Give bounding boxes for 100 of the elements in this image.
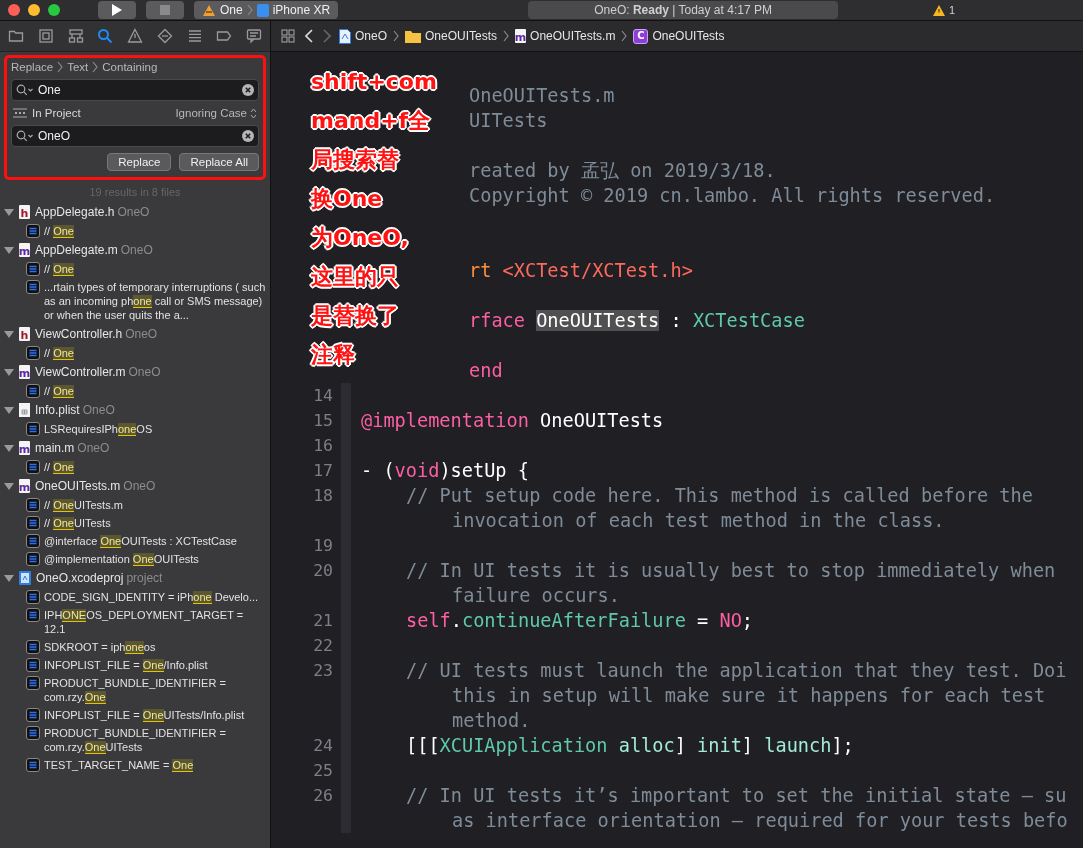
disclosure-triangle[interactable]: [4, 443, 14, 453]
file-name[interactable]: AppDelegate.m: [35, 243, 118, 257]
scheme-selector[interactable]: One iPhone XR: [194, 1, 339, 19]
project-name: OneO: [128, 365, 161, 379]
line-number: 25: [312, 761, 334, 780]
run-button[interactable]: [98, 1, 136, 19]
result-text[interactable]: IPHONEOS_DEPLOYMENT_TARGET = 12.1: [44, 608, 266, 636]
code-line: self.continueAfterFailure = NO;: [405, 610, 754, 631]
project-name: OneO: [82, 403, 115, 417]
zoom-button[interactable]: [48, 4, 60, 16]
forward-icon[interactable]: [321, 29, 333, 43]
source-file-icon: m: [515, 29, 527, 43]
search-field[interactable]: One: [11, 79, 259, 101]
replace-button[interactable]: Replace: [107, 153, 172, 171]
text-line-icon: [26, 708, 40, 722]
disclosure-triangle[interactable]: [4, 405, 14, 415]
result-text[interactable]: @implementation OneOUITests: [44, 552, 199, 566]
file-name[interactable]: ViewController.m: [35, 365, 126, 379]
navigator-tab[interactable]: [125, 26, 145, 46]
file-name[interactable]: OneOUITests.m: [35, 479, 121, 493]
warning-icon: [932, 4, 945, 16]
disclosure-triangle[interactable]: [4, 245, 14, 255]
jump-bar-item[interactable]: C OneOUITests: [633, 28, 725, 44]
disclosure-triangle[interactable]: [4, 207, 14, 217]
project-name: OneO: [125, 327, 158, 341]
find-mode-popup[interactable]: Replace: [11, 61, 54, 73]
scope-popup[interactable]: In Project: [32, 107, 81, 119]
annotation-text: 为OneO,: [311, 224, 410, 252]
class-icon: C: [633, 28, 649, 44]
back-icon[interactable]: [303, 29, 315, 43]
line-number: 15: [312, 411, 334, 430]
result-text[interactable]: TEST_TARGET_NAME = One: [44, 758, 194, 772]
result-text[interactable]: ...rtain types of temporary interruptions ( such as an incoming phone call or SMS message) or when the user quits the a...: [44, 280, 266, 322]
source-file-icon: m: [19, 479, 30, 493]
line-number: 14: [312, 386, 334, 405]
code-line: rt <XCTest/XCTest.h>: [469, 260, 693, 281]
disclosure-triangle[interactable]: [4, 329, 14, 339]
folder-icon: [8, 28, 24, 44]
result-text[interactable]: // OneUITests: [44, 516, 111, 530]
line-number: 26: [312, 786, 334, 805]
annotation-text: shift+com: [311, 68, 438, 96]
activity-status: OneO: Ready | Today at 4:17 PM: [528, 1, 839, 19]
disclosure-triangle[interactable]: [4, 573, 14, 583]
clear-icon[interactable]: [242, 84, 254, 96]
code-line: end: [469, 360, 503, 381]
line-number: 17: [312, 461, 334, 480]
file-name[interactable]: ViewController.h: [35, 327, 123, 341]
case-popup[interactable]: Ignoring Case: [175, 107, 257, 119]
stop-button[interactable]: [146, 1, 184, 19]
minimize-button[interactable]: [28, 4, 40, 16]
result-text[interactable]: SDKROOT = iphoneos: [44, 640, 156, 654]
clear-icon[interactable]: [242, 130, 254, 142]
text-line-icon: [26, 608, 40, 622]
replace-field[interactable]: OneO: [11, 125, 259, 147]
result-text[interactable]: @interface OneOUITests : XCTestCase: [44, 534, 237, 548]
code-line: // Put setup code here. This method is called before the: [405, 485, 1033, 506]
code-line: // UI tests must launch the application that they test. Doi: [405, 660, 1067, 681]
close-button[interactable]: [8, 4, 20, 16]
chevron-icon: [246, 4, 253, 16]
source-file-icon: m: [19, 441, 30, 455]
result-text[interactable]: LSRequiresIPhoneOS: [44, 422, 153, 436]
project-name: project: [126, 571, 163, 585]
code-line: this in setup will make sure it happens for each test: [451, 685, 1046, 706]
disclosure-triangle[interactable]: [4, 367, 14, 377]
warning-icon: [127, 28, 143, 44]
find-mode-popup[interactable]: Containing: [102, 61, 158, 73]
text-line-icon: [26, 676, 40, 690]
text-line-icon: [26, 384, 40, 398]
result-text[interactable]: INFOPLIST_FILE = OneUITests/Info.plist: [44, 708, 245, 722]
search-icon: [16, 84, 34, 96]
annotation-text: mand+f全: [311, 107, 432, 135]
file-name[interactable]: Info.plist: [35, 403, 80, 417]
text-line-icon: [26, 262, 40, 276]
replace-button[interactable]: Replace All: [179, 153, 259, 171]
jump-bar-item[interactable]: m OneOUITests.m: [515, 29, 616, 43]
disclosure-triangle[interactable]: [4, 481, 14, 491]
navigator-tab[interactable]: [244, 26, 264, 46]
find-mode-popup[interactable]: Text: [67, 61, 89, 73]
text-line-icon: [26, 758, 40, 772]
grid-icon[interactable]: [279, 29, 297, 43]
jump-bar-item[interactable]: OneOUITests: [405, 29, 498, 43]
code-line: OneOUITests.m: [469, 85, 615, 106]
file-name[interactable]: OneO.xcodeproj: [36, 571, 124, 585]
code-line: // In UI tests it’s important to set the initial state – su: [405, 785, 1067, 806]
diamond-icon: [156, 28, 173, 44]
line-number: 23: [312, 661, 334, 680]
file-name[interactable]: AppDelegate.h: [35, 205, 115, 219]
code-line: UITests: [469, 110, 548, 131]
result-text[interactable]: CODE_SIGN_IDENTITY = iPhone Develo...: [44, 590, 259, 604]
list-icon: [186, 28, 203, 44]
search-input[interactable]: One: [38, 83, 238, 97]
text-line-icon: [26, 346, 40, 360]
replace-input[interactable]: OneO: [38, 129, 238, 143]
result-text[interactable]: INFOPLIST_FILE = One/Info.plist: [44, 658, 208, 672]
document-icon: [339, 28, 351, 44]
jump-bar-item[interactable]: OneO: [339, 28, 387, 44]
result-text[interactable]: PRODUCT_BUNDLE_IDENTIFIER = com.rzy.OneUITests: [44, 726, 266, 754]
file-name[interactable]: main.m: [35, 441, 75, 455]
result-text[interactable]: PRODUCT_BUNDLE_IDENTIFIER = com.rzy.One: [44, 676, 266, 704]
result-text[interactable]: // OneUITests.m: [44, 498, 123, 512]
